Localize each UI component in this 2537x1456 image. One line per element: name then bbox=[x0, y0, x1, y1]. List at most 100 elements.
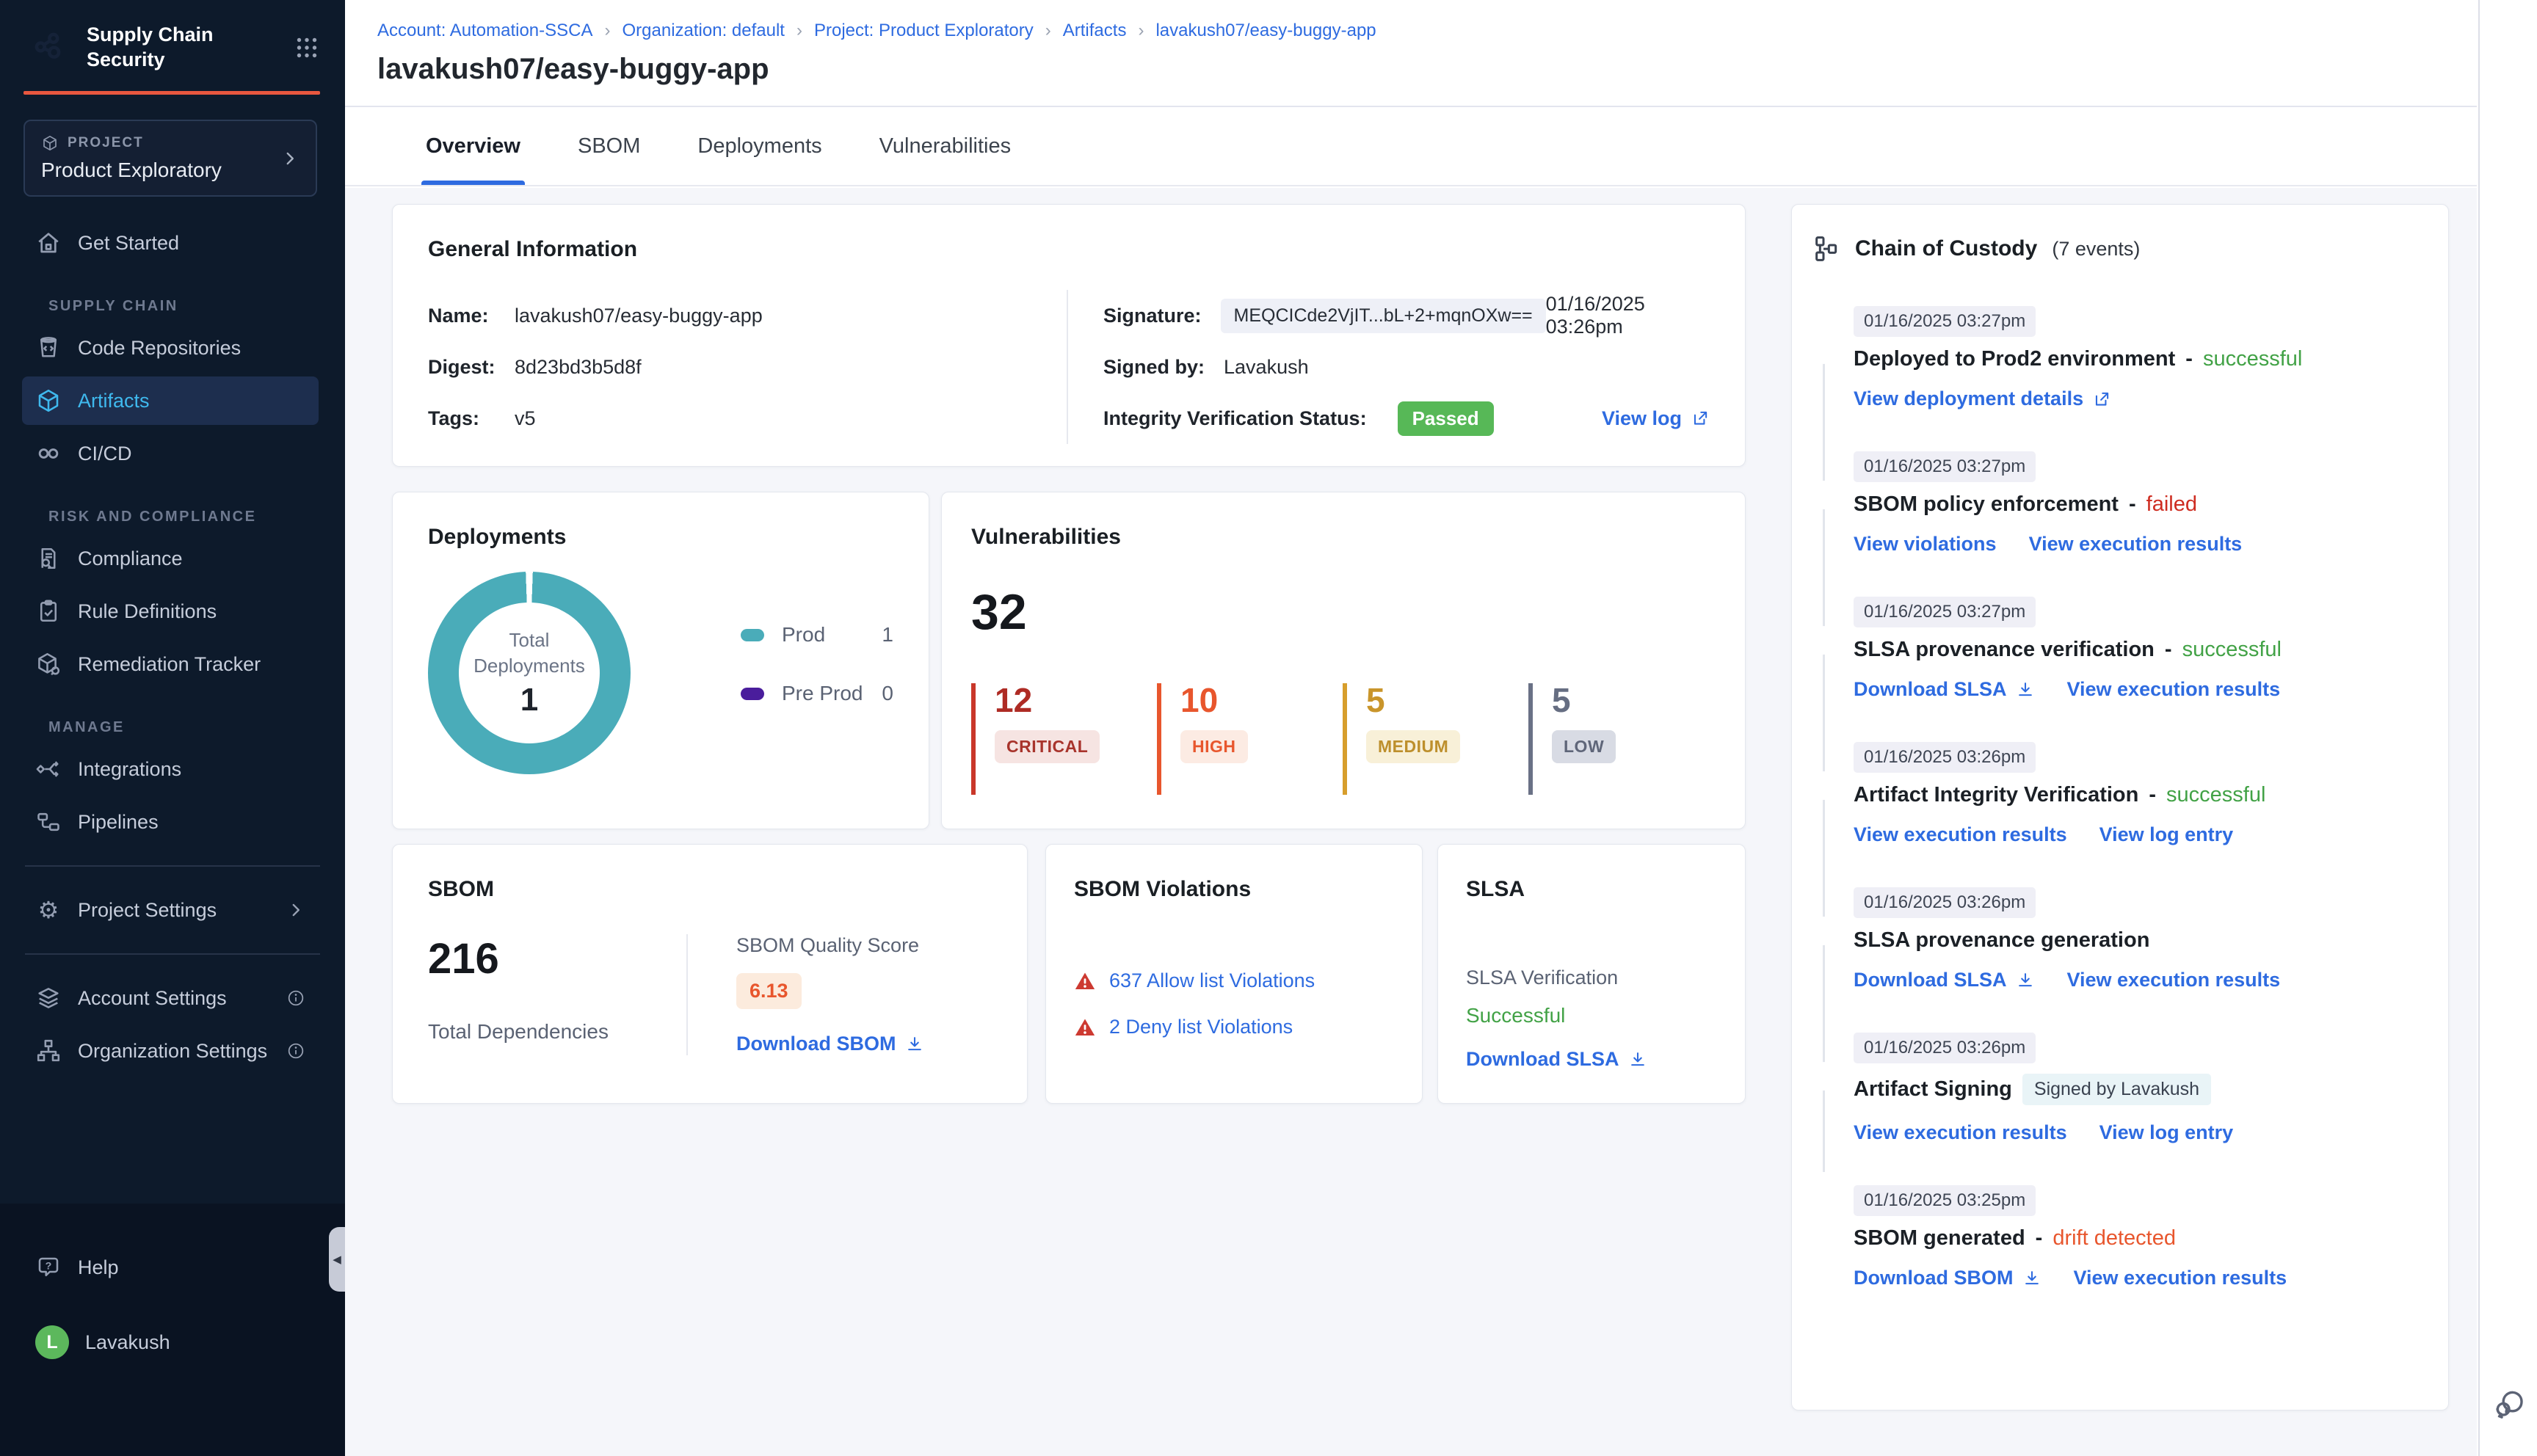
sidebar-divider bbox=[25, 953, 320, 955]
view-execution-results-link[interactable]: View execution results bbox=[2067, 969, 2281, 991]
general-information-card: General Information Name: lavakush07/easy… bbox=[392, 204, 1746, 467]
feedback-chat-icon[interactable] bbox=[2491, 1387, 2527, 1422]
user-menu[interactable]: L Lavakush bbox=[22, 1318, 319, 1366]
legend-item-prod: Prod 1 bbox=[741, 623, 893, 647]
right-gutter bbox=[2478, 0, 2537, 1456]
section-label-supply-chain: SUPPLY CHAIN bbox=[48, 298, 178, 314]
low-count: 5 bbox=[1552, 681, 1571, 719]
project-cube-icon bbox=[41, 134, 59, 152]
artifact-name: lavakush07/easy-buggy-app bbox=[515, 304, 763, 327]
sidebar-item-project-settings[interactable]: ⚙ Project Settings bbox=[22, 886, 319, 934]
download-sbom-link[interactable]: Download SBOM bbox=[736, 1033, 924, 1055]
view-execution-results-link[interactable]: View execution results bbox=[2029, 533, 2243, 556]
breadcrumb-project[interactable]: Project: Product Exploratory bbox=[814, 21, 1034, 41]
sidebar-item-label: Artifacts bbox=[78, 389, 150, 412]
total-dependencies-value: 216 bbox=[428, 935, 499, 983]
pipeline-icon bbox=[1810, 481, 1838, 509]
view-log-link[interactable]: View log bbox=[1602, 407, 1710, 430]
tab-deployments[interactable]: Deployments bbox=[697, 107, 821, 185]
sidebar-item-label: Rule Definitions bbox=[78, 600, 217, 622]
sidebar-item-organization-settings[interactable]: Organization Settings bbox=[22, 1027, 319, 1075]
total-dependencies-label: Total Dependencies bbox=[428, 1020, 609, 1043]
sidebar-item-label: Help bbox=[78, 1256, 119, 1278]
card-title: SLSA bbox=[1466, 877, 1525, 901]
severity-critical: 12 CRITICAL bbox=[971, 683, 1157, 795]
medium-count: 5 bbox=[1366, 681, 1385, 719]
sidebar-item-rule-definitions[interactable]: Rule Definitions bbox=[22, 587, 319, 636]
breadcrumb-account[interactable]: Account: Automation-SSCA bbox=[377, 21, 592, 41]
sidebar-item-label: Project Settings bbox=[78, 898, 217, 921]
sidebar-item-pipelines[interactable]: Pipelines bbox=[22, 798, 319, 846]
artifact-digest: 8d23bd3b5d8f bbox=[515, 355, 642, 378]
view-execution-results-link[interactable]: View execution results bbox=[2067, 678, 2281, 701]
deployments-donut-chart: Total Deployments 1 bbox=[428, 572, 631, 774]
breadcrumb-organization[interactable]: Organization: default bbox=[622, 21, 784, 41]
sidebar-item-cicd[interactable]: CI/CD bbox=[22, 429, 319, 478]
sidebar-item-compliance[interactable]: Compliance bbox=[22, 534, 319, 583]
tab-overview[interactable]: Overview bbox=[421, 107, 525, 185]
sidebar-item-remediation-tracker[interactable]: Remediation Tracker bbox=[22, 640, 319, 688]
custody-event-7: 01/16/2025 03:25pm SBOM generated - drif… bbox=[1792, 1185, 2419, 1289]
link-label: View deployment details bbox=[1854, 387, 2084, 410]
signature-date: 01/16/2025 03:26pm bbox=[1545, 293, 1645, 338]
document-search-icon bbox=[35, 545, 62, 572]
sidebar-footer: Help L Lavakush bbox=[0, 1204, 345, 1456]
main-area: Account: Automation-SSCA › Organization:… bbox=[345, 0, 2477, 1456]
avatar: L bbox=[35, 1325, 69, 1359]
view-deployment-details-link[interactable]: View deployment details bbox=[1854, 387, 2111, 410]
sidebar-item-account-settings[interactable]: Account Settings bbox=[22, 974, 319, 1022]
sidebar-nav: Get Started SUPPLY CHAIN Code Repositori… bbox=[0, 219, 345, 1075]
event-status: successful bbox=[2166, 783, 2266, 807]
view-log-entry-link[interactable]: View log entry bbox=[2099, 1121, 2234, 1144]
sidebar-item-code-repositories[interactable]: Code Repositories bbox=[22, 324, 319, 372]
vulnerabilities-total: 32 bbox=[971, 584, 1027, 640]
deny-list-violations-link[interactable]: 2 Deny list Violations bbox=[1109, 1016, 1293, 1038]
event-timestamp: 01/16/2025 03:27pm bbox=[1854, 451, 2036, 482]
view-execution-results-link[interactable]: View execution results bbox=[1854, 1121, 2067, 1144]
scan-icon bbox=[1810, 771, 1838, 800]
breadcrumb-artifacts[interactable]: Artifacts bbox=[1063, 21, 1127, 41]
sidebar-item-integrations[interactable]: Integrations bbox=[22, 745, 319, 793]
chevron-right-icon bbox=[280, 149, 300, 168]
sidebar-item-artifacts[interactable]: Artifacts bbox=[22, 376, 319, 425]
download-slsa-link[interactable]: Download SLSA bbox=[1854, 969, 2035, 991]
event-status: successful bbox=[2202, 347, 2303, 371]
sbom-quality-score-value: 6.13 bbox=[736, 973, 802, 1009]
sidebar-item-label: Get Started bbox=[78, 231, 180, 254]
sidebar-item-get-started[interactable]: Get Started bbox=[22, 219, 319, 267]
breadcrumb-separator: › bbox=[1138, 21, 1144, 40]
event-timestamp: 01/16/2025 03:26pm bbox=[1854, 742, 2036, 773]
view-execution-results-link[interactable]: View execution results bbox=[1854, 823, 2067, 846]
module-grid-icon[interactable] bbox=[294, 34, 320, 61]
signature-value[interactable]: MEQCICde2VjIT...bL+2+mqnOXw== bbox=[1220, 298, 1546, 333]
gear-icon: ⚙ bbox=[37, 897, 59, 923]
project-name: Product Exploratory bbox=[41, 159, 222, 181]
sidebar-item-help[interactable]: Help bbox=[22, 1243, 319, 1292]
page-header: Account: Automation-SSCA › Organization:… bbox=[345, 0, 2477, 107]
view-execution-results-link[interactable]: View execution results bbox=[2074, 1267, 2287, 1289]
project-selector[interactable]: PROJECT Product Exploratory bbox=[23, 120, 317, 197]
breadcrumb-current[interactable]: lavakush07/easy-buggy-app bbox=[1155, 21, 1376, 41]
link-label: Download SBOM bbox=[736, 1033, 896, 1055]
integrity-status-label: Integrity Verification Status: bbox=[1103, 407, 1367, 429]
download-slsa-link[interactable]: Download SLSA bbox=[1466, 1048, 1647, 1071]
pipelines-icon bbox=[35, 809, 62, 835]
view-violations-link[interactable]: View violations bbox=[1854, 533, 1997, 556]
download-sbom-link[interactable]: Download SBOM bbox=[1854, 1267, 2041, 1289]
donut-center-label: Total bbox=[509, 628, 550, 651]
legend-item-preprod: Pre Prod 0 bbox=[741, 682, 893, 705]
sidebar-collapse-handle[interactable]: ◀ bbox=[329, 1227, 345, 1292]
critical-badge: CRITICAL bbox=[995, 730, 1100, 763]
tabs: Overview SBOM Deployments Vulnerabilitie… bbox=[345, 107, 2477, 186]
separator: - bbox=[2149, 783, 2157, 807]
download-slsa-link[interactable]: Download SLSA bbox=[1854, 678, 2035, 701]
digest-label: Digest: bbox=[428, 355, 496, 378]
tab-vulnerabilities[interactable]: Vulnerabilities bbox=[879, 107, 1011, 185]
tab-sbom[interactable]: SBOM bbox=[578, 107, 640, 185]
card-title: SBOM bbox=[428, 877, 494, 901]
event-title: Artifact Integrity Verification bbox=[1854, 783, 2139, 807]
signed-by-label: Signed by: bbox=[1103, 355, 1205, 378]
chevron-right-icon bbox=[286, 900, 305, 920]
view-log-entry-link[interactable]: View log entry bbox=[2099, 823, 2234, 846]
allow-list-violations-link[interactable]: 637 Allow list Violations bbox=[1109, 969, 1315, 992]
